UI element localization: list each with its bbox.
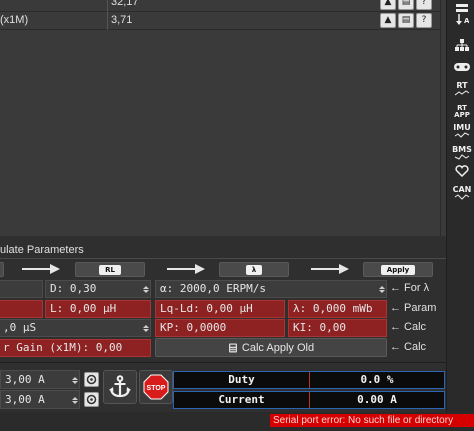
kp-value: KP: 0,0000 (160, 321, 227, 334)
motor-run-icon[interactable] (84, 372, 99, 387)
parameter-table: 32,17 ▲ ▤ ? (x1M) 3,71 ▲ ▤ ? (0, 0, 440, 236)
group-divider (0, 258, 446, 259)
serial-error-message: Serial port error: No such file or direc… (270, 414, 474, 427)
anchor-icon (109, 375, 131, 398)
imu-icon[interactable]: IMU (451, 120, 473, 142)
stop-label: STOP (147, 385, 166, 392)
kp-field[interactable]: KP: 0,0000 (155, 319, 285, 337)
bms-label: BMS (452, 145, 472, 154)
stop-icon: STOP (143, 374, 169, 400)
upload-icon[interactable]: ▲ (380, 13, 396, 28)
right-tool-rail: A RT RT APP IMU BMS CAN (446, 0, 474, 412)
lambda-field[interactable]: λ: 0,000 mWb (288, 300, 387, 318)
sort-icon[interactable]: A (451, 10, 473, 28)
calculator-icon (228, 343, 237, 352)
observer-gain-value: r Gain (x1M): 0,00 (3, 341, 123, 354)
spin-arrows[interactable] (70, 372, 79, 388)
motor-brake-icon[interactable] (84, 392, 99, 407)
param-name: (x1M) (0, 14, 29, 26)
imu-label: IMU (453, 123, 471, 132)
duty-value: 0.0 % (360, 373, 394, 386)
alpha-value: α: 2000,0 ERPM/s (160, 282, 266, 295)
table-row[interactable]: (x1M) 3,71 ▲ ▤ ? (0, 12, 440, 30)
bms-icon[interactable]: BMS (451, 142, 473, 164)
calc-label-2: ← Calc (390, 341, 427, 353)
param-value[interactable]: 3,71 (107, 12, 377, 30)
svg-text:A: A (464, 17, 469, 25)
spin-arrows[interactable] (141, 320, 150, 336)
current-input-1[interactable]: 3,00 A (0, 370, 80, 389)
calc-apply-old-button[interactable]: Calc Apply Old (155, 338, 387, 357)
current-value: 0.00 A (357, 393, 397, 406)
arrow-right-icon (311, 264, 349, 274)
apply-button-label: Apply (380, 264, 416, 275)
calc-apply-old-label: Calc Apply Old (241, 341, 315, 354)
param-value[interactable]: 32,17 (107, 0, 377, 12)
group-title: ulate Parameters (0, 244, 84, 256)
ki-value: KI: 0,00 (293, 321, 346, 334)
current-input-2-value: 3,00 A (5, 393, 45, 406)
observer-gain-field[interactable]: r Gain (x1M): 0,00 (0, 339, 151, 357)
heart-icon[interactable] (451, 162, 473, 180)
stop-button[interactable]: STOP (139, 370, 173, 404)
main-panel: 32,17 ▲ ▤ ? (x1M) 3,71 ▲ ▤ ? ulate Param… (0, 0, 446, 431)
table-row[interactable]: 32,17 ▲ ▤ ? (0, 0, 440, 12)
spin-arrows[interactable] (70, 392, 79, 408)
us-value: ,0 µS (3, 321, 37, 334)
lambda-button[interactable]: λ (219, 262, 289, 277)
for-lambda-label: ← For λ (390, 282, 430, 294)
gamepad-icon[interactable] (451, 58, 473, 76)
calc-label-1: ← Calc (390, 321, 427, 333)
lambda-value: λ: 0,000 mWb (293, 302, 373, 315)
lqld-value: Lq-Ld: 0,00 µH (160, 302, 253, 315)
us-field[interactable]: ,0 µS (0, 319, 151, 337)
rt-label: RT (456, 81, 468, 90)
bottom-divider (0, 362, 446, 363)
help-icon[interactable]: ? (416, 0, 432, 10)
can-label: CAN (452, 185, 472, 194)
copy-icon[interactable]: ▤ (398, 13, 414, 28)
rl-button[interactable]: RL (75, 262, 145, 277)
field-partial-red[interactable] (0, 300, 43, 318)
alpha-field[interactable]: α: 2000,0 ERPM/s (155, 280, 387, 298)
can-icon[interactable]: CAN (451, 182, 473, 204)
l-value: L: 0,00 µH (50, 302, 117, 315)
step-button-partial[interactable] (0, 262, 4, 277)
copy-icon[interactable]: ▤ (398, 0, 414, 10)
l-field[interactable]: L: 0,00 µH (45, 300, 151, 318)
current-display: Current 0.00 A (173, 391, 445, 409)
anchor-button[interactable] (103, 370, 137, 404)
duty-display: Duty 0.0 % (173, 371, 445, 389)
d-field[interactable]: D: 0,30 (45, 280, 151, 298)
arrow-right-icon (22, 264, 60, 274)
current-label: Current (218, 393, 265, 406)
arrow-right-icon (167, 264, 205, 274)
param-label: ← Param (390, 302, 437, 314)
current-input-2[interactable]: 3,00 A (0, 390, 80, 409)
network-icon[interactable] (451, 36, 473, 54)
help-icon[interactable]: ? (416, 13, 432, 28)
spin-arrows[interactable] (141, 281, 150, 297)
d-value: D: 0,30 (50, 282, 97, 295)
apply-button[interactable]: Apply (363, 262, 433, 277)
rt-data-icon[interactable]: RT (451, 78, 473, 100)
spin-arrows[interactable] (377, 281, 386, 297)
upload-icon[interactable]: ▲ (380, 0, 396, 10)
current-input-1-value: 3,00 A (5, 373, 45, 386)
duty-label: Duty (228, 373, 255, 386)
rl-button-label: RL (99, 264, 121, 275)
rt-app-label: RT APP (454, 104, 470, 119)
field-partial[interactable] (0, 280, 43, 298)
ki-field[interactable]: KI: 0,00 (288, 319, 387, 337)
lambda-button-label: λ (245, 264, 263, 275)
lqld-field[interactable]: Lq-Ld: 0,00 µH (155, 300, 285, 318)
